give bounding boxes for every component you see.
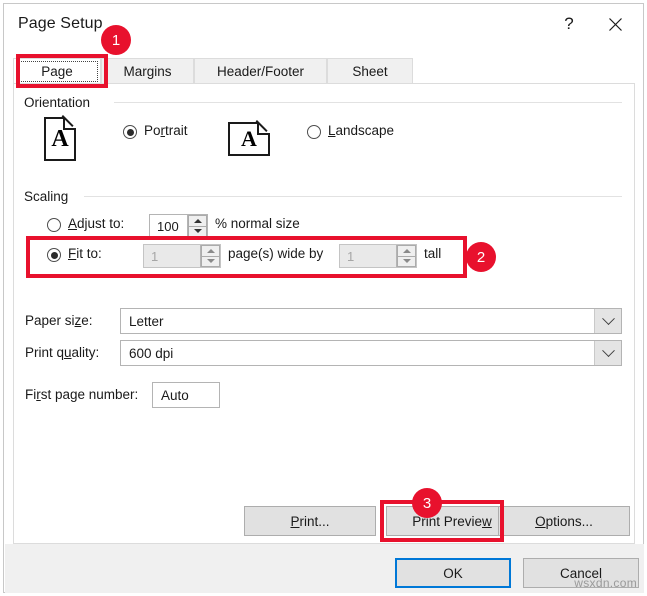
fit-to-wide-spinner[interactable]: 1 — [143, 244, 221, 268]
tab-sheet[interactable]: Sheet — [327, 58, 413, 84]
annotation-badge-1: 1 — [101, 25, 131, 55]
print-quality-label: Print quality: — [25, 345, 100, 360]
annotation-badge-3: 3 — [412, 488, 442, 518]
scaling-group-label: Scaling — [24, 189, 75, 204]
tab-strip: Page Margins Header/Footer Sheet — [13, 58, 635, 84]
paper-size-combobox[interactable]: Letter — [120, 308, 622, 334]
spinner-arrows[interactable] — [200, 245, 220, 267]
help-icon[interactable]: ? — [547, 4, 591, 44]
adjust-to-label[interactable]: Adjust to: — [68, 216, 124, 231]
annotation-badge-2: 2 — [466, 242, 496, 272]
tab-margins[interactable]: Margins — [101, 58, 194, 84]
watermark: wsxdn.com — [574, 576, 637, 590]
paper-size-label: Paper size: — [25, 313, 93, 328]
spinner-down-icon[interactable] — [188, 225, 207, 237]
normal-size-suffix: % normal size — [215, 216, 300, 231]
adjust-to-radio[interactable] — [47, 218, 61, 232]
print-quality-value: 600 dpi — [129, 345, 174, 361]
spinner-arrows[interactable] — [396, 245, 416, 267]
landscape-icon-glyph: A — [241, 126, 257, 151]
chevron-down-icon[interactable] — [594, 341, 621, 365]
ok-button[interactable]: OK — [395, 558, 511, 588]
tab-margins-label: Margins — [123, 64, 172, 79]
orientation-group-divider — [114, 102, 622, 103]
spinner-down-icon[interactable] — [397, 255, 416, 267]
landscape-label[interactable]: Landscape — [328, 123, 394, 138]
portrait-page-icon: A — [44, 117, 76, 161]
tab-page[interactable]: Page — [13, 58, 101, 84]
fit-to-tall-value: 1 — [347, 248, 355, 264]
adjust-to-value: 100 — [157, 218, 179, 234]
landscape-page-icon: A — [228, 122, 270, 156]
chevron-down-icon[interactable] — [594, 309, 621, 333]
fit-to-wide-value: 1 — [151, 248, 159, 264]
window-title: Page Setup — [18, 15, 103, 32]
page-setup-dialog: Page Setup ? Page Margins Header/Footer … — [3, 3, 644, 593]
focus-ring — [16, 61, 98, 82]
tab-header-footer-label: Header/Footer — [216, 64, 305, 79]
fit-to-label[interactable]: Fit to: — [68, 246, 102, 261]
fit-to-radio[interactable] — [47, 248, 61, 262]
tab-sheet-label: Sheet — [352, 64, 388, 79]
adjust-to-spinner[interactable]: 100 — [149, 214, 208, 238]
spinner-arrows[interactable] — [187, 215, 207, 237]
print-button[interactable]: Print... — [244, 506, 376, 536]
spinner-up-icon[interactable] — [188, 215, 207, 226]
landscape-radio[interactable] — [307, 125, 321, 139]
paper-size-value: Letter — [129, 313, 164, 329]
tab-header-footer[interactable]: Header/Footer — [194, 58, 327, 84]
portrait-icon-glyph: A — [51, 126, 69, 152]
first-page-number-value: Auto — [161, 387, 189, 403]
scaling-group-divider — [84, 196, 622, 197]
title-bar: Page Setup ? — [4, 4, 643, 46]
spinner-down-icon[interactable] — [201, 255, 220, 267]
orientation-group-label: Orientation — [24, 95, 97, 110]
tall-suffix: tall — [424, 246, 442, 261]
fit-to-tall-spinner[interactable]: 1 — [339, 244, 417, 268]
print-quality-combobox[interactable]: 600 dpi — [120, 340, 622, 366]
first-page-number-input[interactable]: Auto — [152, 382, 220, 408]
portrait-label[interactable]: Portrait — [144, 123, 188, 138]
spinner-up-icon[interactable] — [201, 245, 220, 256]
close-icon[interactable] — [593, 4, 637, 44]
portrait-radio[interactable] — [123, 125, 137, 139]
first-page-number-label: First page number: — [25, 387, 139, 402]
options-button[interactable]: Options... — [498, 506, 630, 536]
spinner-up-icon[interactable] — [397, 245, 416, 256]
pages-wide-by-text: page(s) wide by — [228, 246, 324, 261]
